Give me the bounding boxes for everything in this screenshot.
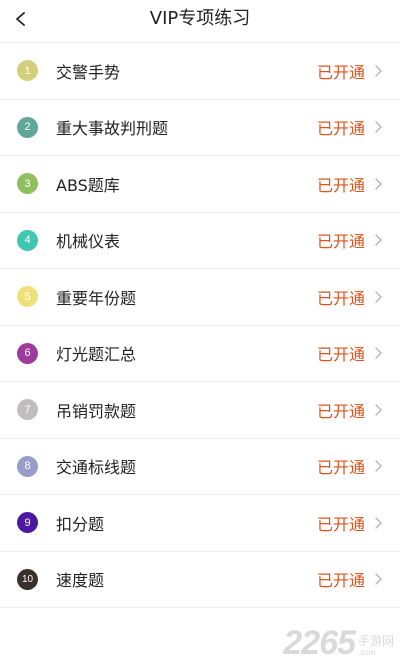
status-label: 已开通 [316,232,365,252]
list-item-label: 吊销罚款题 [56,401,137,421]
number-badge: 4 [17,229,38,251]
status-label: 已开通 [316,288,365,308]
screen: VIP专项练习 1 交警手势 已开通 2 重大事故判刑题 已开通 3 ABS题库 已开通 4 机械仪… [0,0,400,666]
chevron-right-icon [371,346,385,360]
page-title: VIP专项练习 [149,8,251,29]
number-badge: 8 [17,455,38,477]
chevron-right-icon [371,459,385,473]
chevron-right-icon [371,233,385,247]
number-badge: 1 [17,60,38,82]
list-item-label: 交通标线题 [56,458,137,478]
list-item-label: ABS题库 [56,175,120,195]
list-item-label: 机械仪表 [56,232,121,252]
status-label: 已开通 [316,401,365,421]
list-item[interactable]: 10 速度题 已开通 [0,552,400,608]
watermark-number: 2265 [283,624,356,662]
watermark-text: 手游网 [357,634,394,648]
list-item[interactable]: 8 交通标线题 已开通 [0,439,400,495]
list-item[interactable]: 7 吊销罚款题 已开通 [0,382,400,439]
list-item-label: 速度题 [56,571,105,591]
list-item-label: 重要年份题 [56,288,137,308]
number-badge: 6 [17,342,38,364]
chevron-right-icon [371,516,385,530]
list-item-label: 交警手势 [56,62,121,82]
number-badge: 5 [17,286,38,308]
number-badge: 9 [17,512,38,534]
chevron-right-icon [371,403,385,417]
list-item-label: 扣分题 [56,514,105,534]
status-label: 已开通 [316,119,365,139]
watermark-logo: 2265 手游网 .com [283,626,394,660]
chevron-right-icon [371,177,385,191]
chevron-right-icon [371,64,385,78]
header-bar: VIP专项练习 [0,0,400,43]
list-item-label: 重大事故判刑题 [56,119,169,139]
status-label: 已开通 [316,345,365,365]
list-item[interactable]: 6 灯光题汇总 已开通 [0,326,400,382]
list-item-label: 灯光题汇总 [56,345,137,365]
chevron-right-icon [371,572,385,586]
list-item[interactable]: 3 ABS题库 已开通 [0,156,400,213]
list-item[interactable]: 2 重大事故判刑题 已开通 [0,100,400,156]
practice-list: 1 交警手势 已开通 2 重大事故判刑题 已开通 3 ABS题库 已开通 4 机械仪表 已开通 5 重要年… [0,43,400,608]
status-label: 已开通 [316,514,365,534]
number-badge: 7 [17,399,38,421]
watermark-domain: .com [357,648,376,657]
number-badge: 3 [17,173,38,195]
list-item[interactable]: 9 扣分题 已开通 [0,495,400,552]
chevron-right-icon [371,120,385,134]
number-badge: 10 [17,568,38,590]
list-item[interactable]: 4 机械仪表 已开通 [0,213,400,269]
list-item[interactable]: 5 重要年份题 已开通 [0,269,400,326]
list-item[interactable]: 1 交警手势 已开通 [0,43,400,100]
status-label: 已开通 [316,571,365,591]
number-badge: 2 [17,116,38,138]
status-label: 已开通 [316,62,365,82]
status-label: 已开通 [316,458,365,478]
chevron-right-icon [371,290,385,304]
status-label: 已开通 [316,175,365,195]
